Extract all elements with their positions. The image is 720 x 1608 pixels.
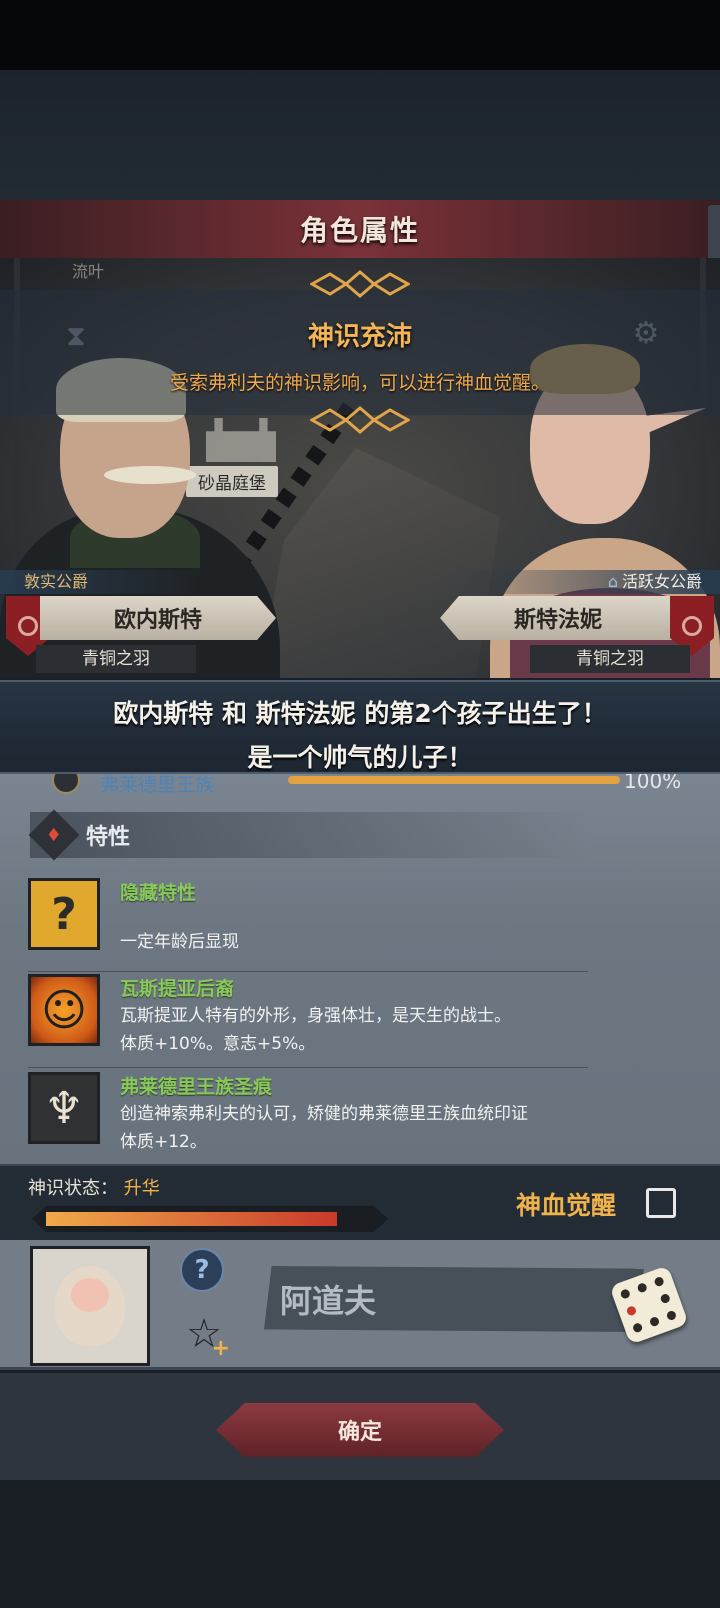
divine-status-value: 升华 xyxy=(123,1178,160,1199)
divine-status-caption: 神识状态： xyxy=(28,1178,118,1199)
panel-title-bar: 角色属性 xyxy=(0,200,720,258)
father-house: 青铜之羽 xyxy=(36,645,196,673)
flame-icon: ♦ xyxy=(28,809,80,861)
add-favorite-button[interactable]: ☆ + xyxy=(180,1310,230,1361)
trait-description: 瓦斯提亚人特有的外形，身强体壮，是天生的战士。 xyxy=(120,1006,511,1026)
clan-percent: 100% xyxy=(624,774,682,793)
traits-section-label: 特性 xyxy=(86,825,131,850)
awaken-checkbox[interactable] xyxy=(646,1188,676,1218)
side-tab[interactable] xyxy=(708,205,720,265)
house-icon: ⌂ xyxy=(607,572,618,591)
plus-icon: + xyxy=(211,1336,230,1361)
clan-name: 弗莱德里王族 xyxy=(100,774,215,796)
bottom-backdrop xyxy=(0,1480,720,1608)
ornament-top-icon xyxy=(310,270,410,298)
divine-status-label: 神识状态： 升华 xyxy=(28,1174,160,1200)
divine-progress-bar xyxy=(32,1206,388,1232)
trait-name: 隐藏特性 xyxy=(120,882,197,904)
awaken-label: 神血觉醒 xyxy=(516,1191,617,1220)
traits-section-header: ♦ 特性 xyxy=(28,809,590,861)
confirm-button[interactable]: 确定 xyxy=(216,1403,504,1457)
clan-crest-icon xyxy=(52,774,80,794)
father-nameplate[interactable]: 欧内斯特 xyxy=(40,596,276,640)
map-top-label: 流叶 xyxy=(72,262,105,281)
child-avatar xyxy=(30,1246,150,1366)
clan-row: 弗莱德里王族 100% xyxy=(0,774,720,796)
mother-title: 活跃女公爵 xyxy=(621,572,702,591)
announcement-line-2: 是一个帅气的儿子！ xyxy=(247,743,473,772)
mother-nameplate[interactable]: 斯特法妮 xyxy=(440,596,676,640)
smiling-sun-icon: ☺ xyxy=(28,974,100,1046)
help-button[interactable]: ? xyxy=(180,1248,224,1292)
panel-title: 角色属性 xyxy=(299,214,420,247)
divine-status-bar: 神识状态： 升华 神血觉醒 xyxy=(0,1164,720,1240)
child-name-input[interactable] xyxy=(264,1266,644,1332)
announcement-line-1: 欧内斯特 和 斯特法妮 的第2个孩子出生了！ xyxy=(113,699,607,728)
confirm-area: 确定 xyxy=(0,1373,720,1480)
question-icon: ? xyxy=(28,878,100,950)
trait-item[interactable]: ? 隐藏特性 一定年龄后显现 xyxy=(28,878,668,972)
banner-title: 神识充沛 xyxy=(307,322,412,352)
trait-name: 瓦斯提亚后裔 xyxy=(120,978,235,1000)
trait-item[interactable]: ♆ 弗莱德里王族圣痕 创造神索弗利夫的认可，矫健的弗莱德里王族血统印证 体质+1… xyxy=(28,1072,668,1166)
backdrop xyxy=(0,70,720,200)
clan-progress-bar xyxy=(288,776,620,784)
mother-title-tag: ⌂ 活跃女公爵 xyxy=(440,570,720,594)
birth-announcement: 欧内斯特 和 斯特法妮 的第2个孩子出生了！ 是一个帅气的儿子！ xyxy=(0,680,720,774)
ornament-bottom-icon xyxy=(310,406,410,434)
naming-row: ? ☆ + xyxy=(0,1240,720,1370)
trait-description: 一定年龄后显现 xyxy=(120,932,239,952)
trait-effect: 体质+12。 xyxy=(120,1132,207,1152)
divine-progress-fill xyxy=(46,1212,338,1226)
trait-name: 弗莱德里王族圣痕 xyxy=(120,1076,273,1098)
stigmata-icon: ♆ xyxy=(28,1072,100,1144)
mother-house: 青铜之羽 xyxy=(530,645,690,673)
trait-description: 创造神索弗利夫的认可，矫健的弗莱德里王族血统印证 xyxy=(120,1104,528,1124)
father-title: 敦实公爵 xyxy=(0,570,200,594)
trait-item[interactable]: ☺ 瓦斯提亚后裔 瓦斯提亚人特有的外形，身强体壮，是天生的战士。 体质+10%。… xyxy=(28,974,668,1068)
top-bar xyxy=(0,0,720,70)
trait-effect: 体质+10%。意志+5%。 xyxy=(120,1034,316,1054)
banner-description: 受索弗利夫的神识影响，可以进行神血觉醒。 xyxy=(169,372,550,394)
